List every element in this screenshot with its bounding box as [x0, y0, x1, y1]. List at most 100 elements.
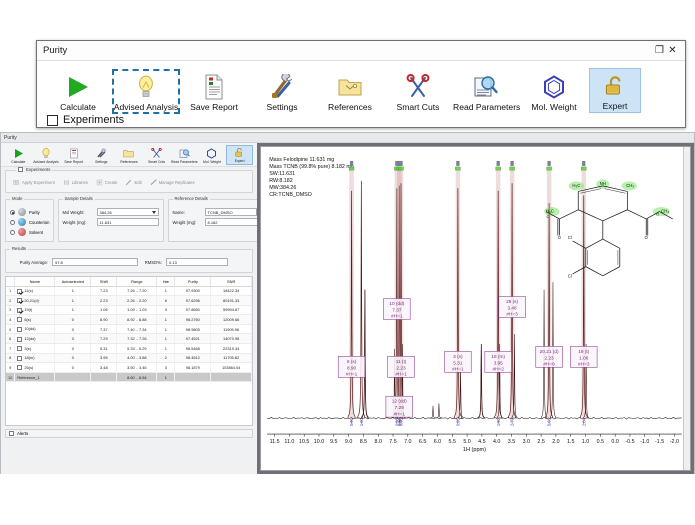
table-row[interactable]: 818(m)03.954.00 .. 3.88298.451211705.82 — [6, 353, 252, 363]
peak-annotation-box[interactable]: 12 (dd)7.29#H=1 — [386, 396, 413, 417]
restore-button[interactable]: ❐ — [653, 44, 666, 57]
experiments-actions[interactable]: Apply Experiment Libraries Create — [10, 177, 248, 188]
bg-tool-mol-weight[interactable]: Mol. Weight — [199, 147, 226, 165]
create-button[interactable]: Create — [96, 179, 118, 186]
peak-trace[interactable] — [358, 181, 365, 418]
row-name-cell[interactable]: 10(dd) — [15, 324, 55, 334]
peak-annotation-box[interactable]: 18 (m)3.95#H=2 — [485, 351, 512, 372]
row-checkbox[interactable] — [17, 337, 22, 342]
bg-tool-references[interactable]: References — [116, 147, 143, 165]
sample-weight-input[interactable]: 11.631 — [97, 218, 159, 226]
table-row[interactable]: 220,21(d)12.232.26 .. 2.20697.629680191.… — [6, 296, 252, 306]
row-name-cell[interactable]: 18(m) — [15, 353, 55, 363]
peak-annotation-box[interactable]: 6 (s)8.90#H=1 — [338, 356, 365, 377]
bg-tool-read-parameters[interactable]: Read Parameters — [171, 147, 198, 165]
peak-handle[interactable] — [497, 161, 500, 166]
apply-experiment-button[interactable]: Apply Experiment — [13, 179, 55, 186]
table-row[interactable]: 10Reference_18.60 .. 8.541 — [6, 372, 252, 382]
peak-annotation-box[interactable]: 25 (s)3.48#H=3 — [499, 297, 526, 318]
table-row[interactable]: 319(t)11.061.09 .. 1.03397.865059994.67 — [6, 305, 252, 315]
main-toolbar[interactable]: Calculate Advised Analysis — [37, 61, 685, 113]
row-name-cell[interactable]: 25(s) — [15, 363, 55, 373]
bg-tool-settings[interactable]: Settings — [88, 147, 115, 165]
row-checkbox[interactable] — [17, 365, 22, 370]
peak-handle[interactable] — [350, 161, 353, 166]
bg-tool-advised-analysis[interactable]: Advised Analysis — [33, 147, 60, 165]
toolbar-button-advised-analysis[interactable]: Advised Analysis — [113, 70, 179, 113]
alerts-bar[interactable]: Alerts — [5, 429, 253, 438]
peak-annotation-box[interactable]: 3 (s)5.31#H=1 — [445, 351, 472, 372]
peak-annotation-box[interactable]: 10 (dd)7.37#H=1 — [384, 299, 411, 320]
toolbar-button-settings[interactable]: Settings — [249, 70, 315, 113]
row-name-cell[interactable]: Reference_1 — [15, 372, 55, 382]
table-row[interactable]: 46(s)08.908.92 .. 8.88198.276012009.66 — [6, 315, 252, 325]
peak-annotation-box[interactable]: 19 (t)1.06#H=3 — [570, 346, 597, 367]
table-row[interactable]: 612(dd)07.297.32 .. 7.26197.452114070.98 — [6, 334, 252, 344]
peak-handle[interactable] — [547, 161, 550, 166]
row-name-cell[interactable]: 6(s) — [15, 315, 55, 325]
row-name-cell[interactable]: 19(t) — [15, 305, 55, 315]
experiments-checkbox[interactable] — [47, 115, 58, 126]
row-name-cell[interactable]: 11(s) — [15, 286, 55, 296]
toolbar-button-mol-weight[interactable]: Mol. Weight — [521, 70, 587, 113]
mode-option-purity[interactable]: Purity — [10, 208, 50, 216]
background-purity-window[interactable]: Purity Calculate Advised Analysis — [0, 132, 695, 474]
toolbar-button-calculate[interactable]: Calculate — [45, 70, 111, 113]
bg-tool-expert[interactable]: Expert — [226, 145, 253, 165]
bg-tool-smart-cuts[interactable]: Smart Cuts — [143, 147, 170, 165]
manage-replicates-button[interactable]: Manage Replicates — [150, 179, 195, 186]
bg-tool-save-report[interactable]: Save Report — [60, 147, 87, 165]
mode-option-solvent[interactable]: Solvent — [10, 228, 50, 236]
row-checkbox[interactable] — [17, 289, 22, 294]
mode-option-counterion[interactable]: Counterion — [10, 218, 50, 226]
nmr-spectrum[interactable]: Mass Felodipine 11.631 mgMass TCNB (99.8… — [261, 147, 690, 470]
table-row[interactable]: 510(dd)07.377.40 .. 7.34198.980511905.96 — [6, 324, 252, 334]
experiments-row[interactable]: Experiments — [37, 113, 685, 127]
row-checkbox[interactable] — [17, 298, 22, 303]
peak-top-marker[interactable] — [349, 167, 354, 170]
toolbar-button-save-report[interactable]: Save Report — [181, 70, 247, 113]
peak-annotation-box[interactable]: 11 (t)2.23#H=1 — [388, 356, 415, 377]
molecule-structure[interactable]: H₃CNHCH₃H₃CCH₃OOOOClCl — [544, 179, 672, 278]
row-checkbox[interactable] — [17, 327, 22, 332]
toolbar-button-references[interactable]: References — [317, 70, 383, 113]
toolbar-button-expert[interactable]: Expert — [589, 68, 641, 113]
bg-tool-calculate[interactable]: Calculate — [5, 147, 32, 165]
edit-button[interactable]: Edit — [125, 179, 141, 186]
libraries-button[interactable]: Libraries — [63, 179, 88, 186]
spectrum-canvas[interactable]: Mass Felodipine 11.631 mgMass TCNB (99.8… — [260, 146, 691, 471]
table-row[interactable]: 925(s)03.483.50 .. 3.46398.1879103864.04 — [6, 363, 252, 373]
row-name-cell[interactable]: 12(dd) — [15, 334, 55, 344]
peak-top-marker[interactable] — [547, 167, 552, 170]
peak-handle[interactable] — [399, 161, 402, 166]
experiments-checkbox[interactable]: Experiments — [18, 167, 50, 172]
peak-handle[interactable] — [456, 161, 459, 166]
purity-average-input[interactable]: 97.8 — [52, 258, 138, 266]
row-checkbox[interactable] — [17, 317, 22, 322]
peak-annotation-box[interactable]: 20,21 (d)2.23#H=6 — [536, 346, 563, 367]
mol-weight-combo[interactable]: 384.26 — [97, 208, 159, 216]
peak-top-marker[interactable] — [399, 167, 404, 170]
table-row[interactable]: 73(s)05.315.33 .. 5.29198.546822319.34 — [6, 344, 252, 354]
peak-top-marker[interactable] — [510, 167, 515, 170]
peak-handle[interactable] — [582, 161, 585, 166]
row-name-cell[interactable]: 20,21(d) — [15, 296, 55, 306]
row-checkbox[interactable] — [17, 346, 22, 351]
rmsd-input[interactable]: 0.13 — [166, 258, 228, 266]
peak-top-marker[interactable] — [581, 167, 586, 170]
row-checkbox[interactable] — [17, 308, 22, 313]
peak-top-marker[interactable] — [496, 167, 501, 170]
close-button[interactable]: ✕ — [666, 44, 679, 57]
peaks-table-container[interactable]: Name Autoselected Shift Range Hæ Purity … — [5, 276, 253, 426]
alerts-checkbox[interactable]: Alerts — [9, 431, 28, 436]
purity-window[interactable]: Purity ❐ ✕ Calculate Advised Analysis — [36, 40, 686, 128]
background-toolbar[interactable]: Calculate Advised Analysis Save Report — [1, 143, 257, 167]
table-row[interactable]: 111(s)17.237.26 .. 7.20197.930018422.34 — [6, 286, 252, 296]
peak-handle[interactable] — [510, 161, 513, 166]
peak-top-marker[interactable] — [455, 167, 460, 170]
toolbar-button-read-parameters[interactable]: Read Parameters — [453, 70, 519, 113]
row-name-cell[interactable]: 3(s) — [15, 344, 55, 354]
row-checkbox[interactable] — [17, 356, 22, 361]
spectrum-scrollbar[interactable] — [683, 147, 690, 470]
toolbar-button-smart-cuts[interactable]: Smart Cuts — [385, 70, 451, 113]
